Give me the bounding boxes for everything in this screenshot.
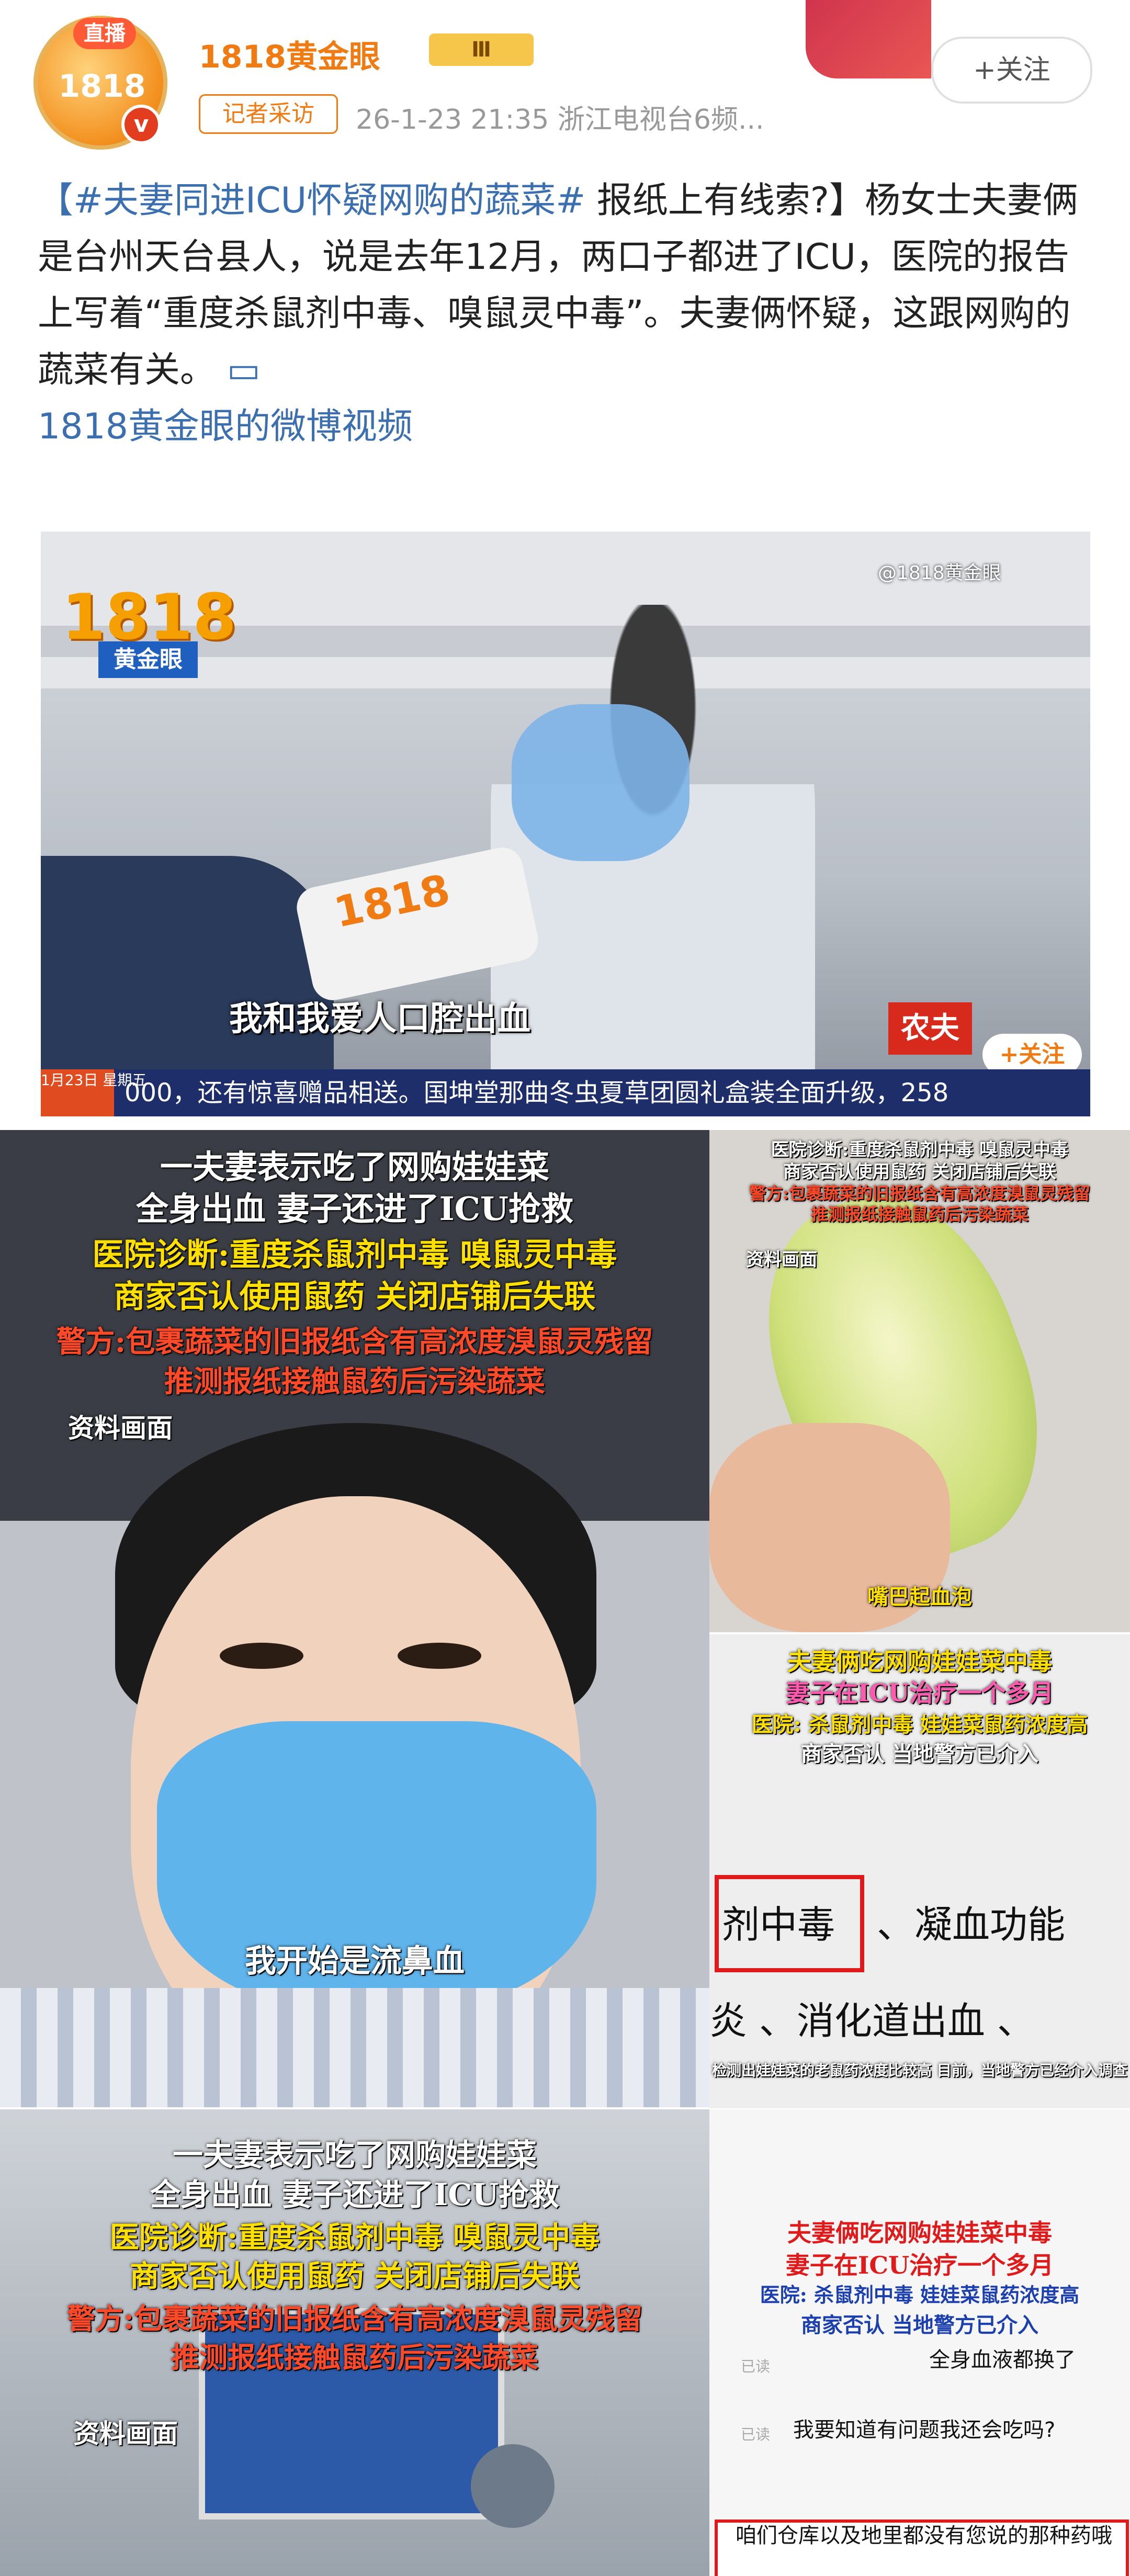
image-panel-1[interactable]: 一夫妻表示吃了网购娃娃菜 全身出血 妻子还进了ICU抢救 医院诊断:重度杀鼠剂中…: [0, 1130, 709, 2107]
patient-figure: [491, 605, 815, 1116]
chat-message-2: 我要知道有问题我还会吃吗?: [793, 2418, 1056, 2442]
image-panel-4[interactable]: 一夫妻表示吃了网购娃娃菜 全身出血 妻子还进了ICU抢救 医院诊断:重度杀鼠剂中…: [0, 2109, 709, 2576]
doc-text-1: 剂中毒: [722, 1903, 835, 1947]
live-badge[interactable]: 直播: [73, 18, 136, 49]
read-receipt-1: 已读: [741, 2358, 771, 2375]
panel-foot: 检测出娃娃菜的老鼠药浓度比较高 目前，当地警方已经介入调查: [712, 2062, 1127, 2079]
video-icon: ▭: [227, 349, 261, 391]
verified-icon: v: [121, 105, 161, 144]
image-panel-3[interactable]: 夫妻俩吃网购娃娃菜中毒 妻子在ICU治疗一个多月 医院: 杀鼠剂中毒 娃娃菜鼠药…: [709, 1634, 1130, 2108]
doc-text-3: 炎 、消化道出血 、: [709, 1999, 1035, 2043]
caption-line-4: 推测报纸接触鼠药后污染蔬菜: [810, 1204, 1029, 1224]
username[interactable]: 1818黄金眼: [199, 31, 380, 77]
ticker-text: 000，还有惊喜赠品相送。国坤堂那曲冬虫夏草团圆礼盒装全面升级，258: [125, 1078, 949, 1108]
caption-line-3: 医院诊断:重度杀鼠剂中毒 嗅鼠灵中毒: [92, 1237, 617, 1273]
archive-label: 资料画面: [746, 1249, 817, 1270]
read-receipt-2: 已读: [741, 2426, 771, 2443]
topic-hashtag[interactable]: 【#夫妻同进ICU怀疑网购的蔬菜#: [38, 180, 585, 221]
post-body: 【#夫妻同进ICU怀疑网购的蔬菜# 报纸上有线索?】杨女士夫妻俩是台州天台县人，…: [38, 173, 1094, 455]
caption-line-3: 医院: 杀鼠剂中毒 娃娃菜鼠药浓度高: [760, 2283, 1080, 2307]
news-ticker: 1月23日 星期五 000，还有惊喜赠品相送。国坤堂那曲冬虫夏草团圆礼盒装全面升…: [41, 1069, 1090, 1116]
doc-text-2: 、凝血功能: [877, 1903, 1066, 1947]
image-panel-2[interactable]: 医院诊断:重度杀鼠剂中毒 嗅鼠灵中毒 商家否认使用鼠药 关闭店铺后失联 警方:包…: [709, 1130, 1130, 1632]
flag-decoration: [806, 0, 931, 78]
caption-line-6: 推测报纸接触鼠药后污染蔬菜: [171, 2341, 538, 2374]
rank-badge[interactable]: Ⅲ: [429, 33, 534, 66]
archive-label: 资料画面: [68, 1413, 173, 1443]
post-meta: 26-1-23 21:35 浙江电视台6频...: [356, 104, 764, 135]
caption-line-5: 警方:包裹蔬菜的旧报纸含有高浓度溴鼠灵残留: [56, 1325, 653, 1359]
ad-tag: 农夫: [888, 1002, 972, 1055]
blurred-face: [512, 704, 690, 861]
ticker-date: 1月23日 星期五: [41, 1069, 146, 1116]
reporter-tag: 记者采访: [199, 94, 338, 134]
shirt: [0, 1988, 709, 2107]
watermark: @1818黄金眼: [878, 562, 1001, 584]
caption-line-2: 商家否认使用鼠药 关闭店铺后失联: [783, 1161, 1056, 1182]
machine-knob: [471, 2444, 555, 2528]
panel-subtitle: 我开始是流鼻血: [245, 1943, 465, 1980]
caption-line-4: 商家否认使用鼠药 关闭店铺后失联: [114, 1279, 596, 1315]
caption-line-4: 商家否认使用鼠药 关闭店铺后失联: [130, 2259, 580, 2293]
caption-line-4: 商家否认 当地警方已介入: [801, 2313, 1038, 2337]
caption-line-2: 妻子在ICU治疗一个多月: [785, 2251, 1054, 2279]
caption-line-1: 夫妻俩吃网购娃娃菜中毒: [787, 1647, 1052, 1676]
chat-message-1: 全身血液都换了: [929, 2348, 1076, 2372]
eye-left: [220, 1643, 303, 1669]
caption-line-2: 全身出血 妻子还进了ICU抢救: [150, 2177, 560, 2212]
follow-button[interactable]: +关注: [931, 37, 1092, 104]
caption-line-6: 推测报纸接触鼠药后污染蔬菜: [164, 1364, 545, 1399]
caption-line-1: 夫妻俩吃网购娃娃菜中毒: [787, 2219, 1052, 2247]
video-link[interactable]: 1818黄金眼的微博视频: [38, 406, 413, 447]
image-panel-5[interactable]: 夫妻俩吃网购娃娃菜中毒 妻子在ICU治疗一个多月 医院: 杀鼠剂中毒 娃娃菜鼠药…: [709, 2109, 1130, 2576]
caption-line-5: 警方:包裹蔬菜的旧报纸含有高浓度溴鼠灵残留: [67, 2302, 642, 2335]
caption-line-1: 一夫妻表示吃了网购娃娃菜: [172, 2137, 537, 2173]
chat-message-3: 咱们仓库以及地里都没有您说的那种药哦: [736, 2524, 1112, 2548]
archive-label: 资料画面: [73, 2419, 178, 2449]
caption-line-2: 全身出血 妻子还进了ICU抢救: [135, 1190, 573, 1228]
channel-logo-name: 黄金眼: [98, 641, 198, 678]
caption-line-2: 妻子在ICU治疗一个多月: [785, 1679, 1054, 1707]
caption-line-1: 一夫妻表示吃了网购娃娃菜: [160, 1148, 549, 1186]
caption-line-3: 医院: 杀鼠剂中毒 娃娃菜鼠药浓度高: [751, 1712, 1088, 1737]
caption-line-3: 医院诊断:重度杀鼠剂中毒 嗅鼠灵中毒: [109, 2220, 600, 2255]
video-player[interactable]: 1818 1818 黄金眼 @1818黄金眼 我和我爱人口腔出血 农夫 +关注 …: [41, 532, 1090, 1116]
video-subtitle: 我和我爱人口腔出血: [229, 1000, 530, 1038]
caption-line-4: 商家否认 当地警方已介入: [801, 1742, 1038, 1766]
panel-caption: 嘴巴起血泡: [867, 1585, 972, 1609]
post-header: 1818 直播 v 1818黄金眼 Ⅲ 记者采访 26-1-23 21:35 浙…: [0, 0, 1130, 173]
eye-right: [398, 1643, 481, 1669]
